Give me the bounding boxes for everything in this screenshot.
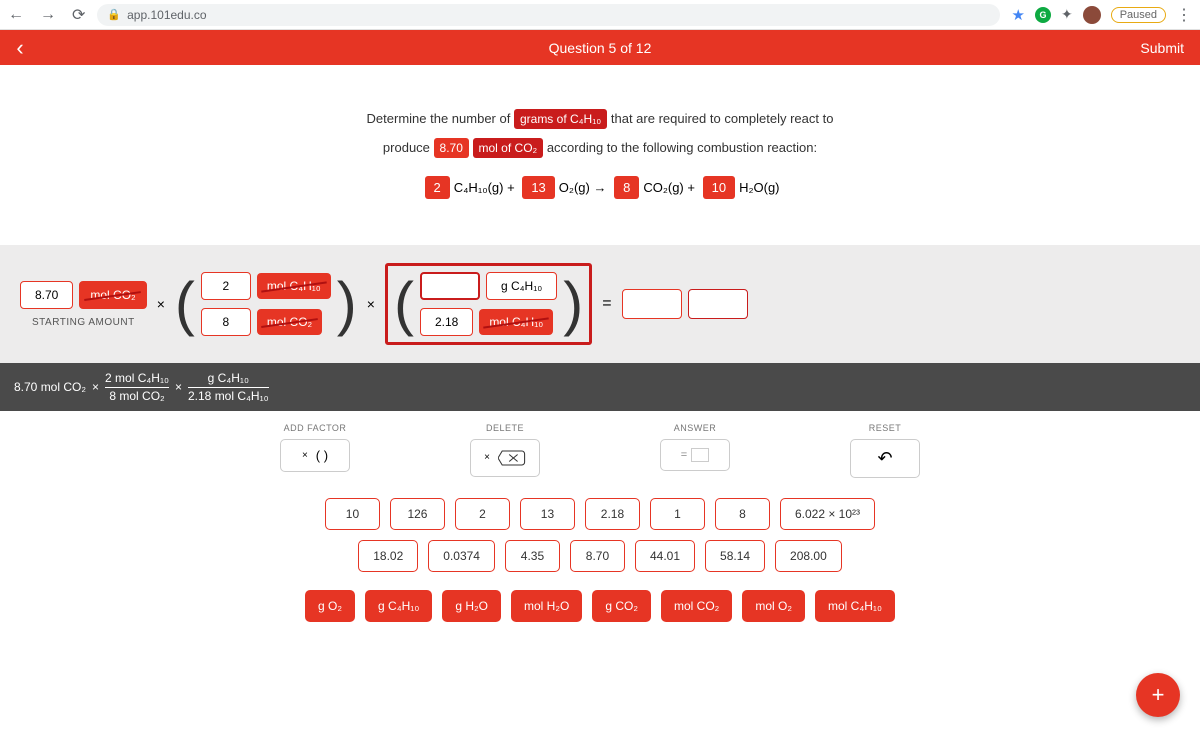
number-tile[interactable]: 44.01 [635, 540, 695, 572]
empty-numerator-value[interactable] [420, 272, 480, 300]
answer-value-box[interactable] [622, 289, 682, 319]
reload-icon[interactable]: ⟳ [72, 5, 85, 25]
given-value-tag: 8.70 [434, 138, 469, 158]
number-tile[interactable]: 208.00 [775, 540, 842, 572]
number-tile[interactable]: 126 [390, 498, 445, 530]
number-tile[interactable]: 10 [325, 498, 380, 530]
extensions-icon[interactable]: ✦ [1061, 6, 1073, 23]
grammarly-icon[interactable]: G [1035, 7, 1051, 23]
number-tile[interactable]: 6.022 × 10²³ [780, 498, 875, 530]
unit-tile[interactable]: mol C₄H₁₀ [815, 590, 895, 622]
url-text: app.101edu.co [127, 8, 206, 22]
question-prompt: Determine the number of grams of C₄H₁₀ t… [0, 105, 1200, 162]
expression-summary: 8.70 mol CO₂ × 2 mol C₄H₁₀ 8 mol CO₂ × g… [0, 363, 1200, 411]
unit-tile[interactable]: g O₂ [305, 590, 355, 622]
submit-button[interactable]: Submit [1124, 40, 1200, 56]
number-tile[interactable]: 2 [455, 498, 510, 530]
unit-tile[interactable]: mol CO₂ [661, 590, 732, 622]
multiply-icon: × [157, 296, 165, 312]
url-bar[interactable]: 🔒 app.101edu.co [97, 4, 999, 26]
controls-panel: ADD FACTOR ×( ) DELETE × ANSWER = RESET … [0, 411, 1200, 622]
conversion-factor-2[interactable]: ( g C₄H₁₀ 2.18 mol C₄H₁₀ ) [394, 272, 583, 336]
back-chevron-icon[interactable]: ‹ [0, 35, 40, 61]
number-tile[interactable]: 0.0374 [428, 540, 495, 572]
start-unit[interactable]: mol CO₂ [79, 281, 146, 309]
unit-tiles: g O₂ g C₄H₁₀ g H₂O mol H₂O g CO₂ mol CO₂ mol O… [0, 590, 1200, 622]
add-fab-button[interactable]: + [1136, 673, 1180, 717]
reset-button[interactable]: ↶ [850, 439, 920, 478]
back-icon[interactable]: ← [8, 6, 24, 24]
browser-toolbar: ← → ⟳ 🔒 app.101edu.co ★ G ✦ Paused ⋮ [0, 0, 1200, 30]
forward-icon[interactable]: → [40, 6, 56, 24]
starting-amount: 8.70 mol CO₂ STARTING AMOUNT [20, 281, 147, 328]
lock-icon: 🔒 [107, 8, 121, 21]
number-tile[interactable]: 2.18 [585, 498, 640, 530]
given-unit-tag: mol of CO₂ [473, 138, 544, 158]
work-area: 8.70 mol CO₂ STARTING AMOUNT × ( 2 mol C… [0, 245, 1200, 363]
conversion-factor-1[interactable]: ( 2 mol C₄H₁₀ 8 mol CO₂ ) [175, 272, 357, 336]
number-tile[interactable]: 8 [715, 498, 770, 530]
profile-avatar[interactable] [1083, 6, 1101, 24]
active-factor: ( g C₄H₁₀ 2.18 mol C₄H₁₀ ) [385, 263, 592, 345]
undo-icon: ↶ [877, 448, 892, 469]
start-value[interactable]: 8.70 [20, 281, 73, 309]
unit-tile[interactable]: g H₂O [442, 590, 501, 622]
app-header: ‹ Question 5 of 12 Submit [0, 30, 1200, 65]
target-quantity-tag: grams of C₄H₁₀ [514, 109, 607, 129]
menu-dots-icon[interactable]: ⋮ [1176, 5, 1192, 25]
add-factor-button[interactable]: ×( ) [280, 439, 350, 472]
unit-tile[interactable]: g CO₂ [592, 590, 651, 622]
balanced-equation: 2C₄H₁₀(g) + 13O₂(g) → 8CO₂(g) + 10H₂O(g) [0, 180, 1200, 195]
number-tile[interactable]: 8.70 [570, 540, 625, 572]
paused-badge[interactable]: Paused [1111, 7, 1166, 23]
question-title: Question 5 of 12 [549, 40, 652, 56]
multiply-icon: × [367, 296, 375, 312]
equals-icon: = [602, 295, 611, 313]
bookmark-star-icon[interactable]: ★ [1012, 6, 1025, 24]
number-tile[interactable]: 58.14 [705, 540, 765, 572]
answer-button[interactable]: = [660, 439, 730, 471]
number-tiles: 10 126 2 13 2.18 18 6.022 × 10²³ 18.02 0.0374 4.3… [290, 498, 910, 572]
delete-button[interactable]: × [470, 439, 540, 477]
number-tile[interactable]: 18.02 [358, 540, 418, 572]
unit-tile[interactable]: mol H₂O [511, 590, 582, 622]
unit-tile[interactable]: mol O₂ [742, 590, 805, 622]
unit-tile[interactable]: g C₄H₁₀ [365, 590, 432, 622]
answer-unit-box[interactable] [688, 289, 748, 319]
number-tile[interactable]: 13 [520, 498, 575, 530]
number-tile[interactable]: 4.35 [505, 540, 560, 572]
number-tile[interactable]: 1 [650, 498, 705, 530]
